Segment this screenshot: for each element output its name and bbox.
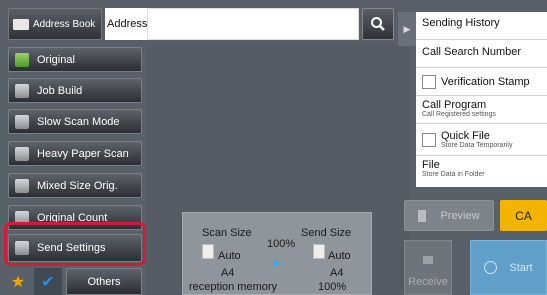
- star-icon: ★: [10, 273, 26, 291]
- checklist-button[interactable]: ✔: [34, 268, 62, 295]
- verification-stamp-checkbox[interactable]: [422, 74, 436, 89]
- mixed-size-icon: [15, 178, 29, 193]
- address-book-button[interactable]: Address Book: [8, 8, 102, 40]
- check-icon: ✔: [41, 273, 55, 291]
- preview-label: Preview: [440, 209, 480, 222]
- search-button[interactable]: [362, 8, 394, 40]
- memory-value: 100%: [318, 281, 347, 293]
- heavy-paper-icon: [15, 146, 29, 161]
- ca-button[interactable]: CA: [500, 200, 547, 231]
- start-label: Start: [509, 261, 533, 274]
- slow-scan-mode-button[interactable]: Slow Scan Mode: [8, 109, 142, 134]
- preview-icon: [418, 209, 427, 222]
- call-program-button[interactable]: Call Program Call Registered settings: [416, 96, 547, 124]
- send-document-icon: [313, 244, 325, 259]
- receive-button[interactable]: Receive: [404, 240, 452, 295]
- collapse-arrow-icon: ▶: [403, 23, 411, 34]
- send-size-value: A4: [330, 267, 344, 279]
- file-label: File: [422, 159, 440, 171]
- scan-size-mode: Auto: [218, 250, 241, 262]
- mixed-size-label: Mixed Size Orig.: [37, 179, 118, 192]
- panel-toggle-handle[interactable]: ▶: [398, 12, 416, 46]
- sending-history-button[interactable]: Sending History: [416, 12, 547, 40]
- quick-file-checkbox[interactable]: [422, 132, 436, 147]
- start-icon: [484, 261, 498, 274]
- ca-label: CA: [515, 208, 532, 223]
- scan-size-title: Scan Size: [202, 227, 252, 239]
- file-sublabel: Store Data in Folder: [422, 171, 485, 178]
- call-program-label: Call Program: [422, 99, 487, 111]
- slow-scan-icon: [15, 114, 29, 129]
- slow-scan-label: Slow Scan Mode: [37, 115, 120, 128]
- send-settings-highlight: [4, 222, 146, 266]
- sending-history-label: Sending History: [422, 17, 500, 29]
- original-button[interactable]: Original: [8, 47, 142, 72]
- mixed-size-orig-button[interactable]: Mixed Size Orig.: [8, 173, 142, 198]
- job-build-icon: [15, 83, 29, 98]
- quick-file-sublabel: Store Data Temporarily: [441, 142, 513, 149]
- call-search-number-label: Call Search Number: [422, 46, 522, 58]
- favorite-button[interactable]: ★: [8, 268, 28, 295]
- receive-icon: [423, 256, 433, 264]
- others-button[interactable]: Others: [66, 268, 142, 295]
- scan-size-value: A4: [221, 267, 235, 279]
- address-input[interactable]: [147, 8, 359, 40]
- send-size-mode: Auto: [328, 250, 351, 262]
- memory-label: reception memory: [189, 281, 278, 293]
- quick-file-label: Quick File: [441, 130, 490, 142]
- quick-file-button[interactable]: Quick File Store Data Temporarily: [416, 124, 547, 156]
- verification-stamp-toggle[interactable]: Verification Stamp: [416, 68, 547, 96]
- job-build-button[interactable]: Job Build: [8, 78, 142, 103]
- file-button[interactable]: File Store Data in Folder: [416, 156, 547, 187]
- heavy-paper-label: Heavy Paper Scan: [37, 147, 129, 160]
- job-build-label: Job Build: [37, 84, 83, 97]
- call-program-sublabel: Call Registered settings: [422, 111, 496, 118]
- original-label: Original: [37, 53, 75, 66]
- original-icon: [15, 52, 29, 67]
- arrow-right-icon: ▶: [274, 258, 281, 268]
- address-book-icon: [13, 18, 29, 30]
- address-book-label: Address Book: [33, 18, 96, 30]
- preview-button[interactable]: Preview: [404, 200, 494, 231]
- ratio-value: 100%: [267, 238, 296, 250]
- heavy-paper-scan-button[interactable]: Heavy Paper Scan: [8, 141, 142, 166]
- scan-document-icon: [202, 244, 214, 259]
- call-search-number-button[interactable]: Call Search Number: [416, 40, 547, 68]
- send-size-title: Send Size: [301, 227, 352, 239]
- start-button[interactable]: Start: [470, 240, 547, 295]
- others-label: Others: [87, 275, 121, 288]
- search-icon: [371, 17, 385, 31]
- receive-label: Receive: [408, 276, 448, 288]
- verification-stamp-label: Verification Stamp: [441, 75, 530, 88]
- address-field-label: Address: [105, 8, 147, 40]
